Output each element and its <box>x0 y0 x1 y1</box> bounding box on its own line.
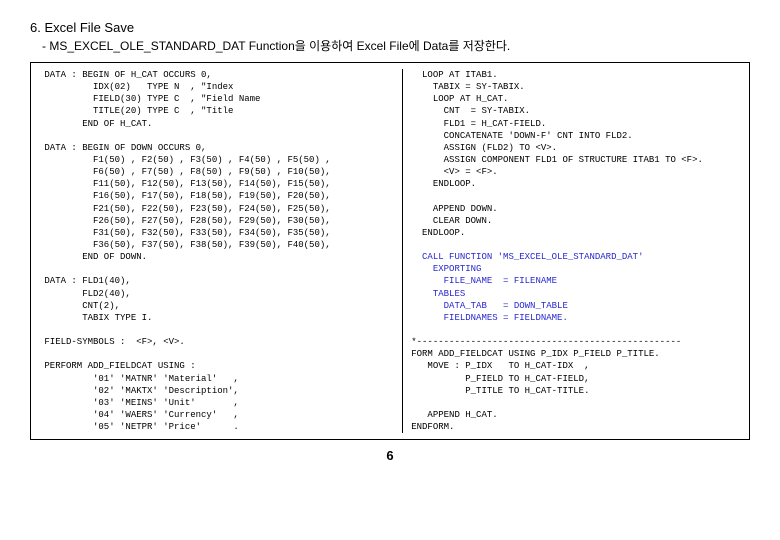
code-line: FILE_NAME = FILENAME <box>411 276 557 286</box>
code-line: DATA : BEGIN OF DOWN OCCURS 0, <box>39 143 206 153</box>
code-line: END OF DOWN. <box>39 252 147 262</box>
code-line: F11(50), F12(50), F13(50), F14(50), F15(… <box>39 179 331 189</box>
code-line: <V> = <F>. <box>411 167 497 177</box>
code-line: TITLE(20) TYPE C , "Title <box>39 106 233 116</box>
code-line: TABIX = SY-TABIX. <box>411 82 524 92</box>
section-heading: 6. Excel File Save <box>30 20 750 35</box>
code-line: DATA : BEGIN OF H_CAT OCCURS 0, <box>39 70 212 80</box>
code-line: IDX(02) TYPE N , "Index <box>39 82 233 92</box>
code-line: FIELDNAMES = FIELDNAME. <box>411 313 568 323</box>
code-line: FIELD(30) TYPE C , "Field Name <box>39 94 260 104</box>
code-line-func: 'MS_EXCEL_OLE_STANDARD_DAT' <box>498 252 644 262</box>
code-line: P_TITLE TO H_CAT-TITLE. <box>411 386 589 396</box>
code-line: F21(50), F22(50), F23(50), F24(50), F25(… <box>39 204 331 214</box>
code-line: TABLES <box>411 289 465 299</box>
page-number: 6 <box>30 448 750 463</box>
code-line: PERFORM ADD_FIELDCAT USING : <box>39 361 196 371</box>
code-line: TABIX TYPE I. <box>39 313 152 323</box>
code-line: ENDLOOP. <box>411 228 465 238</box>
code-line: MOVE : P_IDX TO H_CAT-IDX , <box>411 361 589 371</box>
code-line-call: CALL FUNCTION <box>411 252 497 262</box>
code-line: '03' 'MEINS' 'Unit' , <box>39 398 239 408</box>
code-line: '02' 'MAKTX' 'Description', <box>39 386 239 396</box>
code-line: F26(50), F27(50), F28(50), F29(50), F30(… <box>39 216 331 226</box>
code-column-right: LOOP AT ITAB1. TABIX = SY-TABIX. LOOP AT… <box>402 69 741 433</box>
code-line: FIELD-SYMBOLS : <F>, <V>. <box>39 337 185 347</box>
code-line: F1(50) , F2(50) , F3(50) , F4(50) , F5(5… <box>39 155 331 165</box>
code-line: CNT(2), <box>39 301 120 311</box>
code-line: CLEAR DOWN. <box>411 216 492 226</box>
code-line: ENDLOOP. <box>411 179 476 189</box>
code-line: F36(50), F37(50), F38(50), F39(50), F40(… <box>39 240 331 250</box>
code-line: APPEND H_CAT. <box>411 410 497 420</box>
code-line: DATA_TAB = DOWN_TABLE <box>411 301 568 311</box>
code-line: LOOP AT H_CAT. <box>411 94 508 104</box>
code-line: END OF H_CAT. <box>39 119 152 129</box>
code-line: LOOP AT ITAB1. <box>411 70 497 80</box>
code-line: ASSIGN COMPONENT FLD1 OF STRUCTURE ITAB1… <box>411 155 703 165</box>
section-subheading: - MS_EXCEL_OLE_STANDARD_DAT Function을 이용… <box>42 37 750 54</box>
code-line: P_FIELD TO H_CAT-FIELD, <box>411 374 589 384</box>
code-line: APPEND DOWN. <box>411 204 497 214</box>
code-box: DATA : BEGIN OF H_CAT OCCURS 0, IDX(02) … <box>30 62 750 440</box>
code-line: FORM ADD_FIELDCAT USING P_IDX P_FIELD P_… <box>411 349 659 359</box>
code-line: DATA : FLD1(40), <box>39 276 131 286</box>
code-line: F16(50), F17(50), F18(50), F19(50), F20(… <box>39 191 331 201</box>
code-line: F6(50) , F7(50) , F8(50) , F9(50) , F10(… <box>39 167 331 177</box>
code-line: '01' 'MATNR' 'Material' , <box>39 374 239 384</box>
code-line: ASSIGN (FLD2) TO <V>. <box>411 143 557 153</box>
code-line: CNT = SY-TABIX. <box>411 106 530 116</box>
code-line: FLD1 = H_CAT-FIELD. <box>411 119 546 129</box>
code-line: ENDFORM. <box>411 422 454 432</box>
code-line: EXPORTING <box>411 264 481 274</box>
code-line: FLD2(40), <box>39 289 131 299</box>
code-line: *---------------------------------------… <box>411 337 681 347</box>
page-container: 6. Excel File Save - MS_EXCEL_OLE_STANDA… <box>0 0 780 473</box>
code-column-left: DATA : BEGIN OF H_CAT OCCURS 0, IDX(02) … <box>39 69 402 433</box>
code-line: '05' 'NETPR' 'Price' . <box>39 422 239 432</box>
code-line: '04' 'WAERS' 'Currency' , <box>39 410 239 420</box>
code-line: F31(50), F32(50), F33(50), F34(50), F35(… <box>39 228 331 238</box>
code-line: CONCATENATE 'DOWN-F' CNT INTO FLD2. <box>411 131 632 141</box>
